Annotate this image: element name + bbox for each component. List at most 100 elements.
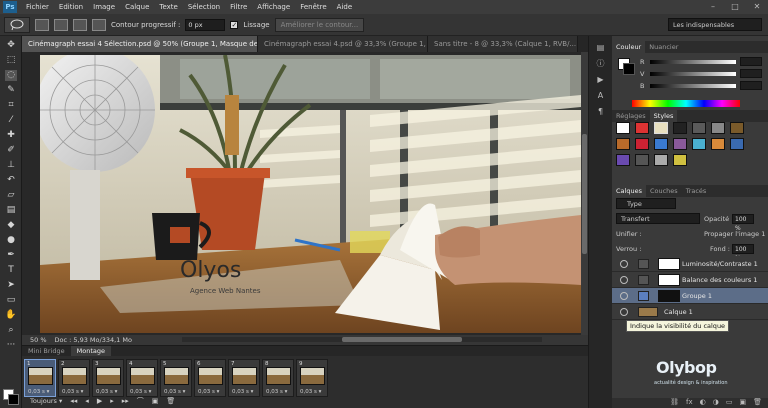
layer-style-icon[interactable]: fx [686,398,693,408]
new-layer-icon[interactable]: ▣ [739,398,746,408]
history-brush-icon[interactable]: ↶ [5,175,17,186]
frame-delay[interactable]: 0,03 s ▾ [266,389,287,395]
delete-frame-button[interactable]: 🗑 [166,397,175,405]
zoom-tool-icon[interactable]: ⌕ [5,325,17,336]
style-swatch[interactable] [654,154,668,166]
eye-icon[interactable] [620,260,628,268]
layer-row[interactable]: Calque 1 [612,304,768,320]
menu-selection[interactable]: Sélection [183,3,225,11]
layer-name[interactable]: Calque 1 [664,308,693,316]
style-swatch[interactable] [654,122,668,134]
tab-reglages[interactable]: Réglages [612,110,650,122]
frame-delay[interactable]: 0,03 s ▾ [198,389,219,395]
eyedropper-icon[interactable]: ⁄ [5,115,17,126]
frame-delay[interactable]: 0,03 s ▾ [62,389,83,395]
shape-tool-icon[interactable]: ▭ [5,295,17,306]
path-select-icon[interactable]: ➤ [5,280,17,291]
animation-frame[interactable]: 1 0,03 s ▾ [24,359,56,397]
vertical-scrollbar[interactable] [581,52,588,335]
frame-delay[interactable]: 0,03 s ▾ [130,389,151,395]
workspace-select[interactable]: Les indispensables [668,18,762,31]
style-swatch[interactable] [673,154,687,166]
tool-preset-picker[interactable] [4,16,30,33]
more-tools-icon[interactable]: ··· [5,340,17,351]
menu-fichier[interactable]: Fichier [21,3,54,11]
marquee-tool-icon[interactable]: ⬚ [5,55,17,66]
animation-frame[interactable]: 5 0,03 s ▾ [160,359,192,397]
document-canvas[interactable]: Olyos Agence Web Nantes [40,55,581,333]
doc-tab-cinemagraph[interactable]: Cinémagraph essai 4.psd @ 33,3% (Groupe … [258,36,428,52]
prev-frame-button[interactable]: ◂ [85,397,89,405]
clone-stamp-icon[interactable]: ⊥ [5,160,17,171]
b-slider[interactable] [650,84,736,88]
blur-tool-icon[interactable]: ◆ [5,220,17,231]
character-icon[interactable]: A [594,90,607,101]
layer-name[interactable]: Luminosité/Contraste 1 [682,260,758,268]
layer-row[interactable]: Balance des couleurs 1 [612,272,768,288]
delete-layer-icon[interactable]: 🗑 [753,398,762,408]
first-frame-button[interactable]: ◂◂ [70,397,77,405]
pen-tool-icon[interactable]: ✒ [5,250,17,261]
layer-mask-thumbnail[interactable] [658,258,680,270]
vertical-scroll-thumb[interactable] [582,134,587,254]
tab-couleur[interactable]: Couleur [612,41,646,53]
frame-delay[interactable]: 0,03 s ▾ [164,389,185,395]
menu-affichage[interactable]: Affichage [252,3,295,11]
frame-delay[interactable]: 0,03 s ▾ [232,389,253,395]
menu-aide[interactable]: Aide [332,3,357,11]
blend-mode-select[interactable]: Transfert [616,213,700,224]
color-background-swatch[interactable] [623,63,635,75]
animation-frame[interactable]: 2 0,03 s ▾ [58,359,90,397]
opacity-input[interactable]: 100 % [732,214,754,232]
layer-mask-thumbnail[interactable] [658,274,680,286]
eraser-icon[interactable]: ▱ [5,190,17,201]
tab-mini-bridge[interactable]: Mini Bridge [22,346,71,356]
doc-tab-cinemagraph-selection[interactable]: Cinémagraph essai 4 Sélection.psd @ 50% … [22,36,258,52]
adjustment-layer-button-icon[interactable]: ◑ [713,398,719,408]
zoom-level[interactable]: 50 % [30,336,47,344]
menu-filtre[interactable]: Filtre [225,3,252,11]
add-selection-icon[interactable] [54,18,68,31]
eye-icon[interactable] [620,292,628,300]
tween-button[interactable]: ⌒ [137,396,144,406]
animation-frame[interactable]: 9 0,03 s ▾ [296,359,328,397]
next-frame-button[interactable]: ▸ [110,397,114,405]
brush-tool-icon[interactable]: ✐ [5,145,17,156]
new-selection-icon[interactable] [35,18,49,31]
last-frame-button[interactable]: ▸▸ [122,397,129,405]
menu-texte[interactable]: Texte [154,3,182,11]
refine-edge-button[interactable]: Améliorer le contour... [274,17,365,32]
fill-input[interactable]: 100 % [732,244,754,262]
g-slider[interactable] [650,72,736,76]
maximize-button[interactable]: □ [728,1,742,12]
intersect-selection-icon[interactable] [92,18,106,31]
layer-filter-select[interactable]: Type [616,198,676,209]
lasso-tool-icon[interactable]: ◌ [5,70,17,81]
color-spectrum[interactable] [632,100,740,107]
tab-nuancier[interactable]: Nuancier [645,41,682,53]
style-swatch[interactable] [692,122,706,134]
style-swatch[interactable] [635,122,649,134]
properties-icon[interactable]: ⓘ [594,58,607,69]
frame-delay[interactable]: 0,03 s ▾ [300,389,321,395]
minimize-button[interactable]: – [706,1,720,12]
frame-delay[interactable]: 0,03 s ▾ [28,389,49,395]
tab-montage[interactable]: Montage [70,346,111,356]
new-group-icon[interactable]: ▭ [726,398,733,408]
r-value[interactable] [740,57,762,66]
background-color-swatch[interactable] [8,394,19,405]
lissage-checkbox[interactable]: ✓ [230,20,239,29]
layer-row[interactable]: Groupe 1 [612,288,768,304]
layer-thumbnail[interactable] [638,307,658,317]
healing-brush-icon[interactable]: ✚ [5,130,17,141]
style-swatch[interactable] [616,138,630,150]
g-value[interactable] [740,69,762,78]
tab-calques[interactable]: Calques [612,185,646,197]
style-swatch[interactable] [673,122,687,134]
add-mask-icon[interactable]: ◐ [700,398,706,408]
style-swatch[interactable] [711,138,725,150]
menu-image[interactable]: Image [88,3,120,11]
style-swatch[interactable] [654,138,668,150]
gradient-tool-icon[interactable]: ▤ [5,205,17,216]
layer-name[interactable]: Balance des couleurs 1 [682,276,757,284]
